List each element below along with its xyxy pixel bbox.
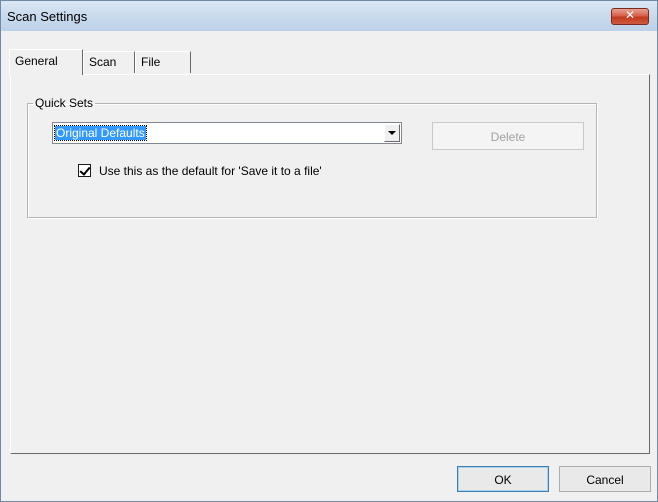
cancel-button[interactable]: Cancel (559, 466, 651, 492)
checkmark-icon (79, 164, 91, 176)
close-button[interactable]: ✕ (611, 8, 649, 25)
delete-button[interactable]: Delete (432, 122, 584, 150)
ok-button[interactable]: OK (457, 466, 549, 492)
quick-sets-selected-value: Original Defaults (54, 125, 147, 141)
quick-sets-label: Quick Sets (35, 96, 94, 110)
dropdown-arrow-button[interactable] (384, 124, 400, 142)
default-save-checkbox[interactable] (78, 164, 91, 177)
scan-settings-window: Scan Settings ✕ General Scan File (0, 0, 658, 502)
tab-file[interactable]: File (135, 51, 191, 73)
tab-general[interactable]: General (9, 49, 83, 75)
quick-sets-dropdown[interactable]: Original Defaults (52, 122, 402, 144)
default-save-checkbox-label[interactable]: Use this as the default for 'Save it to … (99, 164, 322, 178)
title-bar: Scan Settings ✕ (1, 1, 657, 31)
tab-scan[interactable]: Scan (83, 51, 135, 73)
window-title: Scan Settings (7, 9, 88, 24)
quick-sets-group: Quick Sets (27, 96, 597, 218)
chevron-down-icon (388, 131, 396, 135)
close-icon: ✕ (624, 8, 636, 22)
